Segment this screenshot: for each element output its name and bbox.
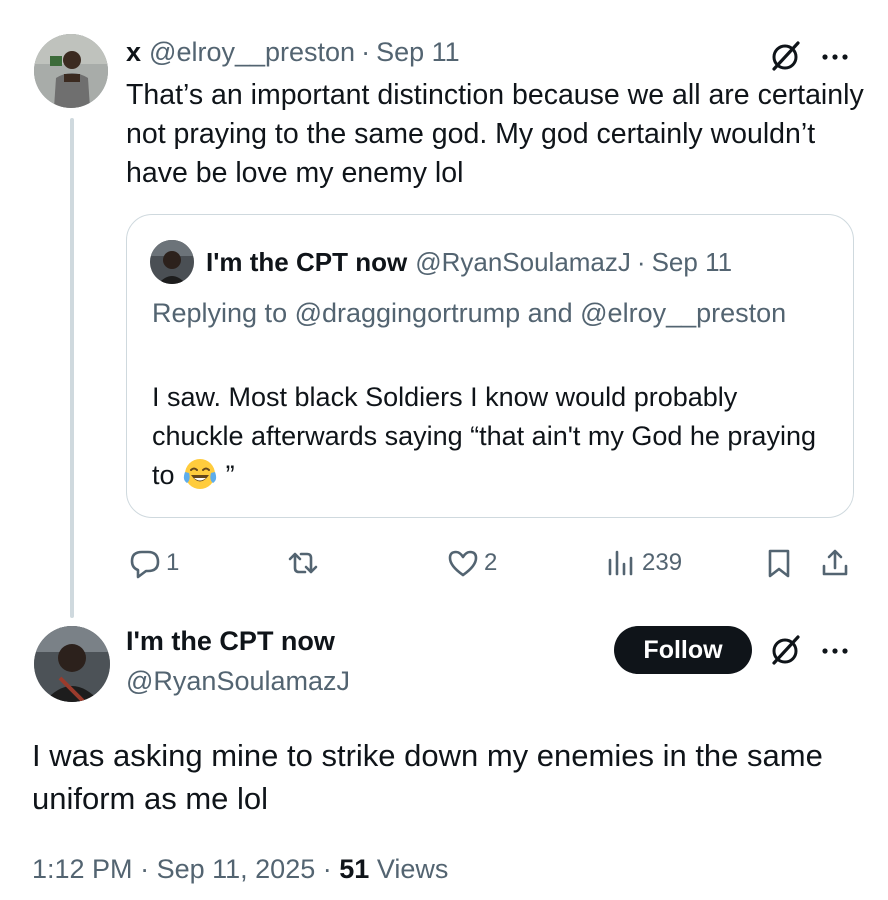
quoted-timestamp: Sep 11 <box>651 246 733 277</box>
more-dots-icon[interactable] <box>816 632 854 670</box>
main-avatar[interactable] <box>34 626 110 702</box>
bookmark-action[interactable] <box>762 546 796 580</box>
tweet-text: I was asking mine to strike down my enem… <box>32 738 823 816</box>
like-action[interactable]: 2 <box>446 546 497 580</box>
face-with-tears-of-joy-icon <box>182 456 218 492</box>
quoted-avatar <box>150 240 194 284</box>
retweet-action[interactable] <box>286 546 324 580</box>
tweet-text: That’s an important distinction because … <box>126 79 864 189</box>
follow-button[interactable]: Follow <box>614 626 752 674</box>
reply-bubble-icon <box>128 546 162 580</box>
separator: · <box>636 246 646 277</box>
bookmark-icon <box>762 546 796 580</box>
share-icon <box>818 546 852 580</box>
reply-action[interactable]: 1 <box>128 546 179 580</box>
separator: · <box>361 36 371 67</box>
views-bars-icon <box>604 546 638 580</box>
display-name[interactable]: I'm the CPT now <box>126 626 335 657</box>
more-dots-icon[interactable] <box>816 38 854 76</box>
views-count: 239 <box>642 549 683 576</box>
separator: · <box>322 854 332 884</box>
display-name[interactable]: x <box>126 37 141 68</box>
quoted-handle: @RyanSoulamazJ <box>415 246 631 277</box>
tweet-time[interactable]: 1:12 PM <box>32 854 133 884</box>
quoted-tweet-text: I saw. Most black Soldiers I know would … <box>152 378 832 495</box>
heart-icon <box>446 546 480 580</box>
quoted-text-end: ” <box>225 460 235 490</box>
avatar[interactable] <box>34 34 108 108</box>
timestamp[interactable]: Sep 11 <box>376 37 460 68</box>
handle[interactable]: @elroy__preston <box>149 37 355 68</box>
tweet-date[interactable]: Sep 11, 2025 <box>157 854 316 884</box>
grok-slash-circle-icon[interactable] <box>766 38 804 76</box>
share-action[interactable] <box>818 546 852 580</box>
separator: · <box>140 854 150 884</box>
reply-count: 1 <box>166 549 180 576</box>
tweet-header: x @elroy__preston · Sep 11 <box>126 34 460 70</box>
views-count: 51 <box>339 854 370 884</box>
grok-slash-circle-icon[interactable] <box>766 632 804 670</box>
handle[interactable]: @RyanSoulamazJ <box>126 666 350 697</box>
views-label: Views <box>376 854 449 884</box>
views-action[interactable]: 239 <box>604 546 682 580</box>
tweet-meta: 1:12 PM · Sep 11, 2025 · 51 Views <box>32 854 448 885</box>
retweet-icon <box>286 546 320 580</box>
quoted-text-body: I saw. Most black Soldiers I know would … <box>152 382 816 490</box>
quoted-display-name: I'm the CPT now <box>206 246 408 277</box>
like-count: 2 <box>484 549 498 576</box>
quoted-tweet-header: I'm the CPT now @RyanSoulamazJ · Sep 11 <box>196 242 732 282</box>
replying-to-text: Replying to @draggingortrump and @elroy_… <box>152 298 787 328</box>
thread-connector-line <box>70 118 74 618</box>
